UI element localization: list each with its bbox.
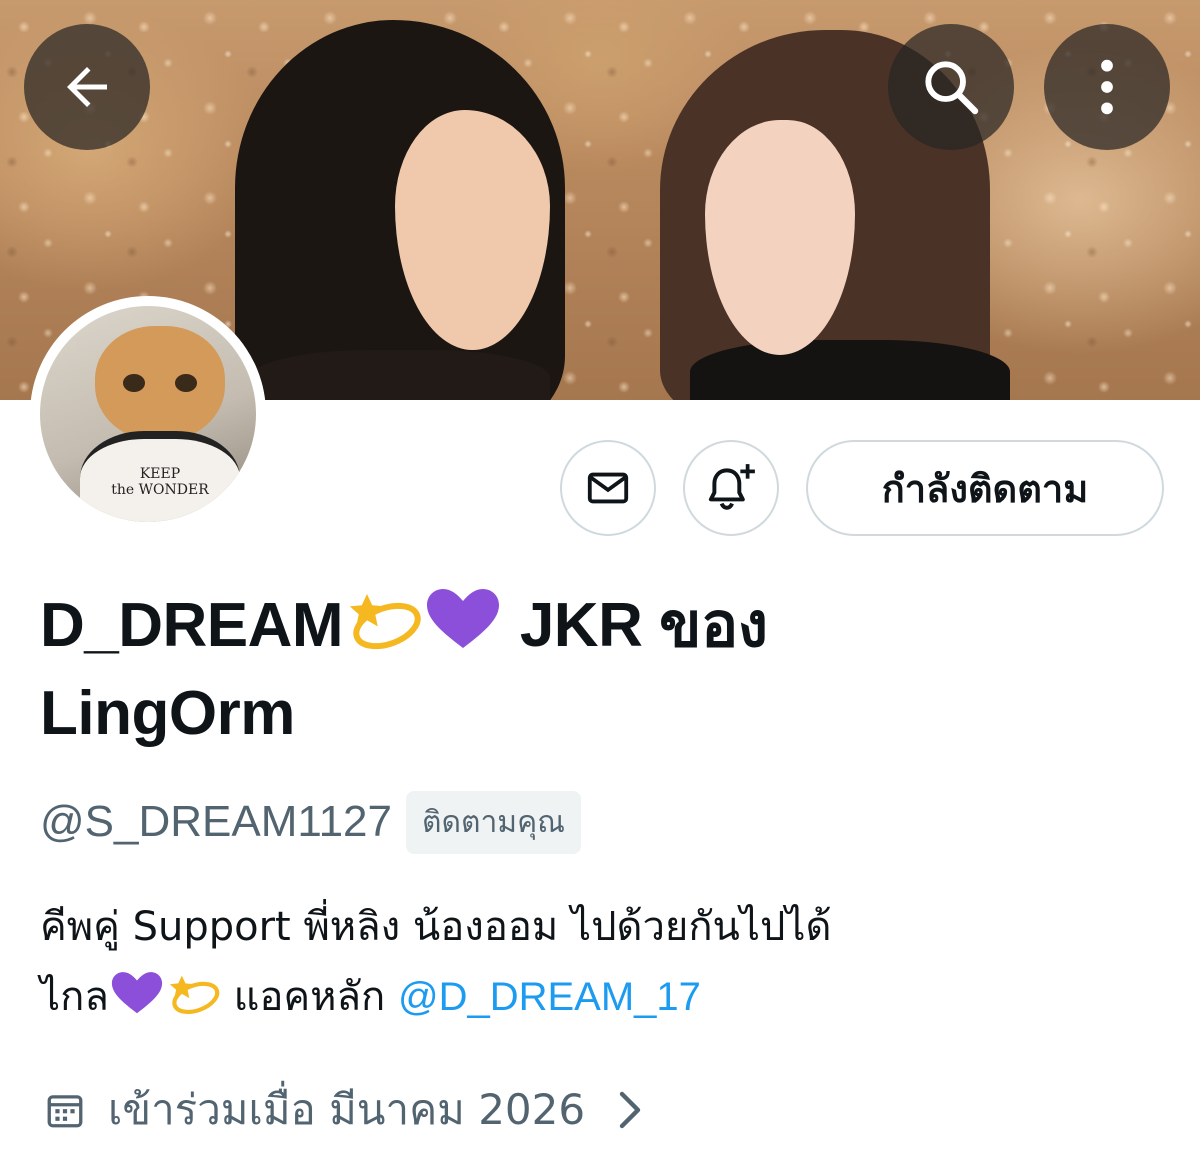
display-name: D_DREAM JKR ของ LingOrm bbox=[40, 582, 940, 758]
purple-heart-icon bbox=[111, 972, 162, 1014]
banner-person-left-shoulders bbox=[250, 350, 550, 400]
envelope-icon bbox=[587, 472, 629, 504]
purple-heart-icon bbox=[427, 589, 500, 648]
more-vertical-icon bbox=[1101, 59, 1113, 115]
bio-line1: คีพคู่ Support พี่หลิง น้องออม ไปด้วยกัน… bbox=[40, 904, 832, 950]
display-name-part2: JKR ของ bbox=[519, 591, 768, 660]
avatar[interactable]: KEEP the WONDER bbox=[30, 296, 266, 532]
joined-date-text: เข้าร่วมเมื่อ มีนาคม 2026 bbox=[108, 1085, 586, 1134]
avatar-cat-shirt: KEEP the WONDER bbox=[80, 431, 240, 522]
bio-line2-mid: แอคหลัก bbox=[233, 974, 386, 1020]
handle-row: @S_DREAM1127 ติดตามคุณ bbox=[40, 790, 581, 854]
message-button[interactable] bbox=[560, 440, 656, 536]
dizzy-star-icon bbox=[169, 975, 220, 1015]
following-button[interactable]: กำลังติดตาม bbox=[806, 440, 1164, 536]
search-button[interactable] bbox=[888, 24, 1014, 150]
shirt-text-line2: the WONDER bbox=[111, 482, 209, 498]
avatar-cat-eye bbox=[175, 374, 197, 392]
search-icon bbox=[925, 61, 979, 115]
bio: คีพคู่ Support พี่หลิง น้องออม ไปด้วยกัน… bbox=[40, 892, 1160, 1032]
more-button[interactable] bbox=[1044, 24, 1170, 150]
shirt-text-line1: KEEP bbox=[139, 466, 181, 482]
chevron-right-icon bbox=[619, 1091, 641, 1129]
arrow-left-icon bbox=[67, 67, 107, 107]
joined-date-row[interactable]: เข้าร่วมเมื่อ มีนาคม 2026 bbox=[44, 1078, 645, 1142]
bio-mention-link[interactable]: @D_DREAM_17 bbox=[398, 975, 701, 1019]
follows-you-badge: ติดตามคุณ bbox=[406, 790, 581, 854]
display-name-part3: LingOrm bbox=[40, 679, 295, 748]
username-handle: @S_DREAM1127 bbox=[40, 797, 392, 846]
dizzy-star-icon bbox=[349, 594, 421, 650]
calendar-icon bbox=[47, 1095, 83, 1128]
bell-plus-icon bbox=[708, 464, 755, 510]
avatar-cat bbox=[95, 326, 225, 441]
display-name-part1: D_DREAM bbox=[40, 591, 344, 660]
back-button[interactable] bbox=[24, 24, 150, 150]
banner-person-right-shoulders bbox=[690, 340, 1010, 400]
notifications-button[interactable] bbox=[683, 440, 779, 536]
avatar-cat-eye bbox=[123, 374, 145, 392]
avatar-image: KEEP the WONDER bbox=[40, 306, 256, 522]
bio-line2-prefix: ไกล bbox=[40, 974, 109, 1020]
